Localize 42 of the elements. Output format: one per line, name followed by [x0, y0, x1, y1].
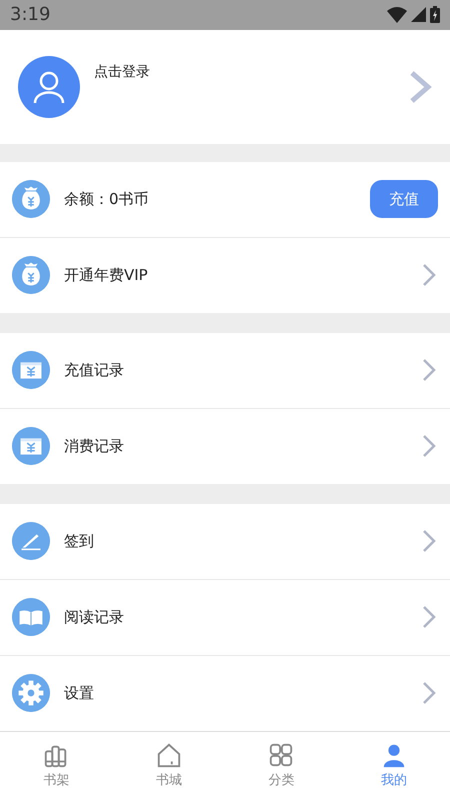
tab-label: 分类: [268, 772, 294, 790]
status-time: 3:19: [10, 4, 50, 26]
tab-label: 我的: [380, 772, 407, 790]
nav-tab[interactable]: 分类: [225, 732, 338, 800]
wifi-icon: [387, 6, 407, 23]
signal-icon: [411, 7, 426, 22]
menu-item[interactable]: 开通年费VIP: [0, 238, 450, 313]
chevron-icon: [422, 358, 436, 382]
menu-item[interactable]: 签到: [0, 504, 450, 580]
moneybag-icon: [12, 256, 50, 294]
menu-item[interactable]: 余额：0书币 充值: [0, 162, 450, 238]
menu-item[interactable]: 阅读记录: [0, 580, 450, 656]
battery-icon: [430, 6, 440, 24]
chevron-icon: [422, 605, 436, 630]
menu-label: 充值记录: [64, 360, 125, 380]
menu-label: 消费记录: [64, 436, 125, 456]
pen-icon: [12, 522, 50, 560]
menu-label: 设置: [64, 684, 95, 703]
menu-label: 阅读记录: [64, 608, 125, 627]
login-link[interactable]: 点击登录: [94, 62, 408, 81]
chevron-icon: [422, 681, 436, 706]
tab-label: 书架: [43, 772, 70, 790]
house-icon: [156, 742, 182, 768]
menu-item[interactable]: 设置: [0, 656, 450, 731]
menu-item[interactable]: 充值记录: [0, 332, 450, 409]
wallet-icon: [12, 351, 50, 390]
moneybag-icon: [12, 180, 50, 218]
chevron-icon: [422, 529, 436, 554]
menu-label: 签到: [64, 532, 95, 551]
gear-icon: [12, 674, 50, 712]
tab-label: 书城: [156, 772, 182, 790]
chevron-icon: [422, 263, 436, 288]
book-icon: [12, 598, 50, 636]
menu-item[interactable]: 消费记录: [0, 408, 450, 484]
chevron-icon: [422, 434, 436, 458]
menu-label: 开通年费VIP: [64, 266, 149, 285]
wallet-icon: [12, 427, 50, 466]
nav-tab[interactable]: 书架: [0, 732, 112, 800]
chevron-icon[interactable]: [408, 68, 432, 105]
nav-tab[interactable]: 书城: [112, 732, 225, 800]
menu-label: 余额：0书币: [64, 190, 150, 209]
grid-icon: [268, 742, 294, 768]
